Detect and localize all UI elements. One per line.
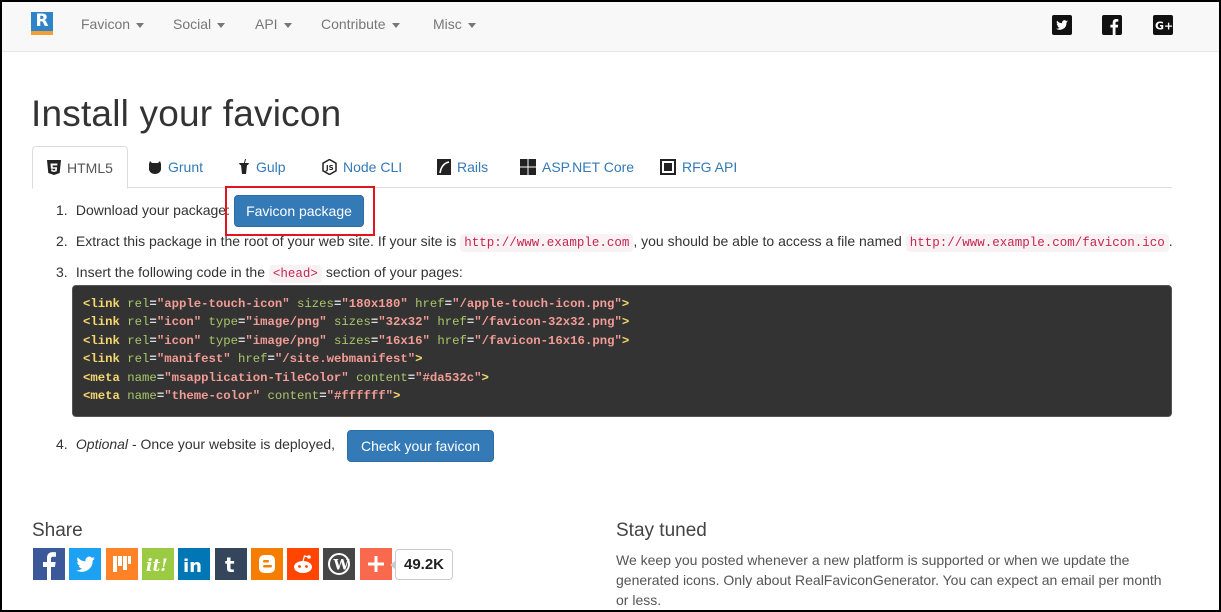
check-favicon-button[interactable]: Check your favicon	[347, 430, 494, 462]
svg-text:in: in	[183, 556, 202, 577]
chevron-down-icon	[217, 22, 226, 28]
tab-rfg-api-label: RFG API	[682, 159, 738, 175]
brand-letter: R	[31, 12, 53, 31]
tab-aspnet-core-label: ASP.NET Core	[542, 159, 635, 175]
facebook-icon[interactable]	[1102, 15, 1122, 35]
nav-favicon-label: Favicon	[81, 16, 131, 32]
api-icon	[660, 158, 676, 175]
linkedin-share-button[interactable]: in	[178, 548, 211, 580]
chevron-down-icon	[391, 22, 400, 28]
chevron-down-icon	[283, 22, 292, 28]
tumblr-share-button[interactable]: t	[214, 548, 247, 580]
nav-social[interactable]: Social	[173, 2, 226, 52]
tab-node-cli[interactable]: JS Node CLI	[322, 146, 402, 188]
svg-text:W: W	[333, 558, 350, 574]
page-title: Install your favicon	[31, 93, 342, 134]
chevron-down-icon	[467, 22, 476, 28]
nav-api-label: API	[255, 16, 278, 32]
html5-icon	[47, 160, 61, 176]
svg-text:G+: G+	[1155, 20, 1173, 33]
nav-api[interactable]: API	[255, 2, 292, 52]
facebook-share-button[interactable]	[33, 548, 65, 580]
svg-text:it!: it!	[146, 556, 168, 576]
nav-social-label: Social	[173, 16, 212, 32]
brand-underline	[31, 31, 53, 35]
tab-node-cli-label: Node CLI	[343, 159, 403, 175]
step-2-text: Extract this package in the root of your…	[75, 233, 457, 249]
tab-rfg-api[interactable]: RFG API	[660, 146, 737, 188]
tab-html5-label: HTML5	[67, 160, 113, 176]
brand-logo[interactable]: R	[31, 12, 53, 35]
step-3-number: 3.	[56, 264, 68, 280]
tab-html5[interactable]: HTML5	[32, 146, 128, 189]
head-tag-code: <head>	[268, 265, 322, 283]
step-4-text: - Once your website is deployed,	[131, 436, 336, 452]
step-1: 1. Download your package:	[56, 202, 230, 218]
more-share-button[interactable]	[359, 548, 392, 580]
tab-rails[interactable]: Rails	[437, 146, 488, 188]
code-line: <meta name="msapplication-TileColor" con…	[83, 370, 489, 385]
step-2-number: 2.	[56, 233, 68, 249]
tab-rails-label: Rails	[457, 159, 489, 175]
share-count: 49.2K	[390, 549, 453, 580]
nav-misc[interactable]: Misc	[433, 2, 476, 52]
svg-text:t: t	[225, 553, 235, 577]
nodejs-icon: JS	[322, 158, 337, 175]
example-url-code: http://www.example.com	[460, 234, 634, 252]
step-2-text-c: .	[1168, 233, 1173, 249]
stay-tuned-title: Stay tuned	[616, 520, 707, 541]
nav-contribute-label: Contribute	[321, 16, 386, 32]
code-line: <link rel="apple-touch-icon" sizes="180x…	[83, 297, 630, 311]
step-1-number: 1.	[56, 202, 68, 218]
code-line: <meta name="theme-color" content="#fffff…	[83, 389, 401, 404]
scoopit-share-button[interactable]: it!	[141, 548, 174, 580]
grunt-icon	[149, 161, 161, 175]
stay-tuned-text: We keep you posted whenever a new platfo…	[616, 552, 1162, 608]
share-title: Share	[32, 520, 83, 541]
code-line: <link rel="icon" type="image/png" sizes=…	[83, 333, 630, 348]
step-3-text-b: section of your pages:	[325, 264, 463, 280]
tab-grunt[interactable]: Grunt	[148, 146, 203, 188]
step-3: 3. Insert the following code in the <hea…	[56, 264, 463, 283]
tab-gulp[interactable]: Gulp	[238, 146, 286, 188]
nav-favicon[interactable]: Favicon	[81, 2, 145, 52]
gulp-icon	[239, 159, 249, 175]
nav-misc-label: Misc	[433, 16, 462, 32]
optional-label: Optional	[75, 436, 129, 452]
step-2: 2. Extract this package in the root of y…	[56, 233, 1173, 252]
favicon-code-block[interactable]: <link rel="apple-touch-icon" sizes="180x…	[72, 285, 1172, 417]
step-2-text-b: , you should be able to access a file na…	[633, 233, 902, 249]
google-plus-icon[interactable]: G+	[1153, 15, 1173, 35]
nav-contribute[interactable]: Contribute	[321, 2, 400, 52]
tab-aspnet-core[interactable]: ASP.NET Core	[520, 146, 634, 188]
step-4: 4. Optional - Once your website is deplo…	[56, 436, 335, 452]
code-line: <link rel="manifest" href="/site.webmani…	[83, 352, 423, 367]
wordpress-share-button[interactable]: W	[323, 548, 356, 580]
svg-text:JS: JS	[325, 164, 334, 172]
step-3-text: Insert the following code in the	[75, 264, 266, 280]
windows-icon	[520, 158, 536, 175]
reddit-share-button[interactable]	[287, 548, 320, 580]
code-line: <link rel="icon" type="image/png" sizes=…	[83, 315, 630, 330]
chevron-down-icon	[136, 22, 145, 28]
tab-gulp-label: Gulp	[256, 159, 286, 175]
top-navbar: R Favicon Social API Contribute Misc G+	[2, 2, 1219, 52]
twitter-share-button[interactable]	[69, 548, 102, 580]
step-1-text: Download your package:	[75, 202, 230, 218]
favicon-url-code: http://www.example.com/favicon.ico	[905, 234, 1169, 252]
rails-icon	[437, 158, 451, 175]
twitter-icon[interactable]	[1052, 15, 1072, 35]
blogger-share-button[interactable]	[250, 548, 283, 580]
step-4-number: 4.	[56, 436, 68, 452]
highlight-box	[225, 186, 375, 236]
mix-share-button[interactable]	[105, 548, 138, 580]
tab-grunt-label: Grunt	[168, 159, 204, 175]
install-tabs: HTML5 Grunt Gulp JS Node CLI Rails ASP.N…	[32, 146, 1172, 189]
